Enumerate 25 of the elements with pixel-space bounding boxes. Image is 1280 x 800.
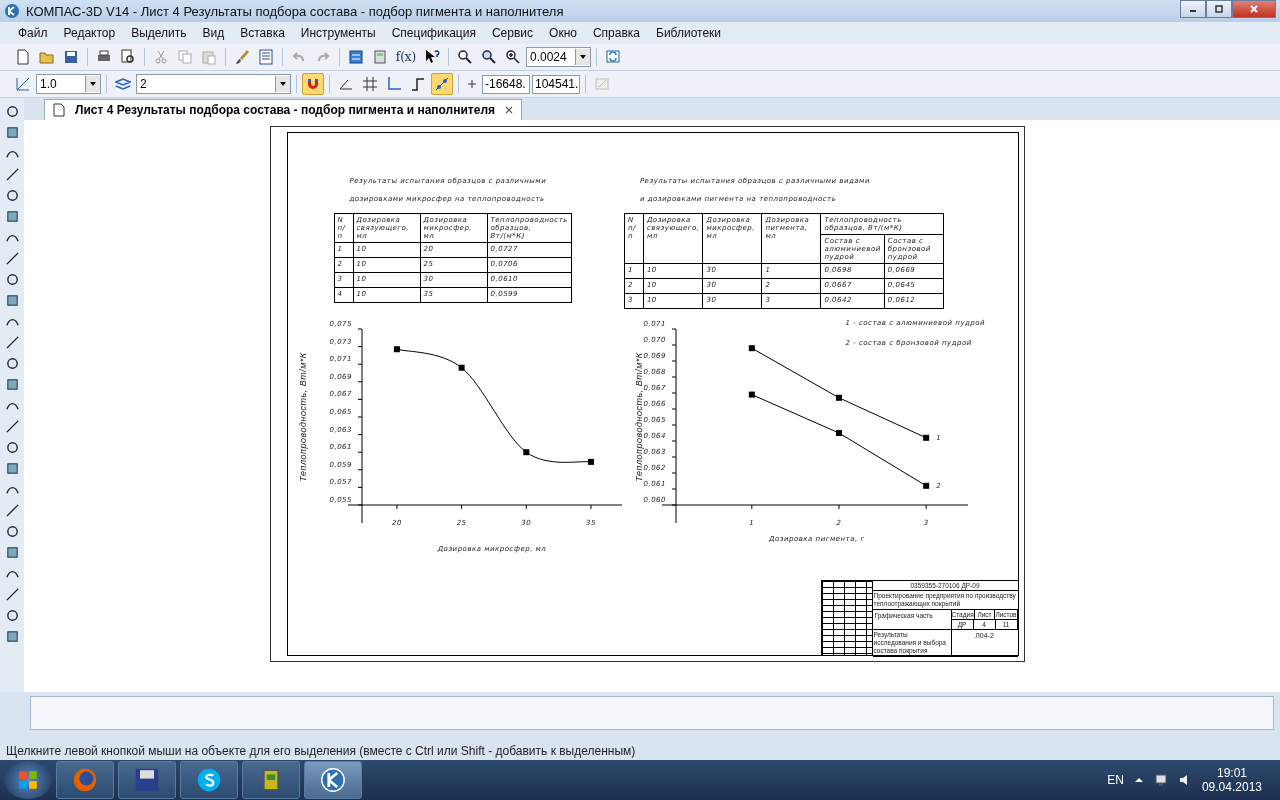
y-axis-label: Теплопроводность, Вт/м*К	[297, 352, 308, 482]
y-coordinate-field[interactable]: 104541.	[532, 74, 580, 94]
language-indicator[interactable]: EN	[1107, 773, 1124, 787]
status-bar-text: Щелкните левой кнопкой мыши на объекте для его выделения (вместе с Ctrl или Shift - добавить к выделенным)	[0, 742, 1280, 760]
menu-item[interactable]: Окно	[541, 26, 585, 40]
menu-item[interactable]: Спецификация	[383, 26, 484, 40]
menu-item[interactable]: Редактор	[55, 26, 124, 40]
menu-item[interactable]: Инструменты	[292, 26, 384, 40]
menu-item[interactable]: Файл	[10, 26, 56, 40]
menu-item[interactable]: Справка	[584, 26, 648, 40]
layer-combo[interactable]: 2	[136, 74, 291, 94]
document-tab[interactable]: Лист 4 Результаты подбора состава - подбор пигмента и наполнителя	[44, 99, 523, 120]
menu-item[interactable]: Библиотеки	[648, 26, 730, 40]
menu-item[interactable]: Вид	[194, 26, 233, 40]
clock-time[interactable]: 19:01	[1216, 766, 1247, 780]
step-combo[interactable]: 1.0	[36, 74, 101, 94]
function-button[interactable]: f(x)	[393, 46, 419, 68]
zoom-combo[interactable]: 0.0024	[526, 47, 591, 67]
window-title: КОМПАС-3D V14 - Лист 4 Результаты подбора состава - подбор пигмента и наполнителя	[26, 3, 565, 19]
clock-date[interactable]: 09.04.2013	[1201, 780, 1262, 794]
x-coordinate-field[interactable]: -16648.	[482, 74, 530, 94]
y-axis-label: Теплопроводность, Вт/м*К	[633, 352, 644, 482]
menu-item[interactable]: Сервис	[483, 26, 542, 40]
menu-item[interactable]: Выделить	[123, 26, 195, 40]
menu-item[interactable]: Вставка	[232, 26, 293, 40]
